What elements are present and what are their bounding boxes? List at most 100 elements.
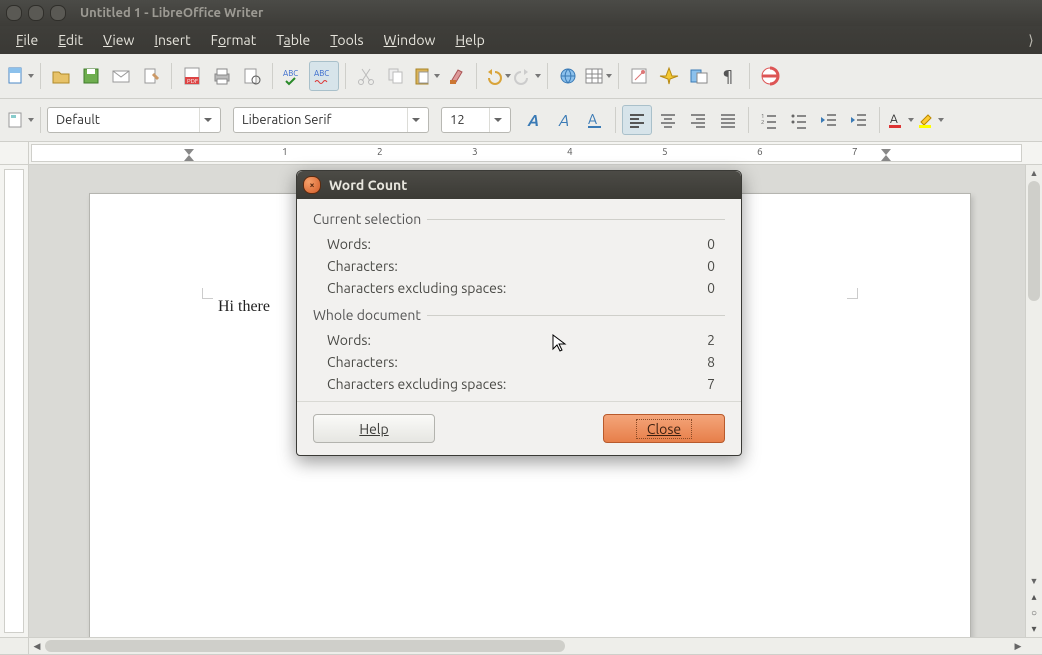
menu-table[interactable]: Table [266, 28, 320, 52]
selection-chars-ex-value: 0 [675, 280, 725, 296]
navigator-button[interactable] [655, 62, 683, 90]
svg-text:A: A [890, 113, 898, 126]
bullet-list-button[interactable] [785, 106, 813, 134]
hyperlink-button[interactable] [554, 62, 582, 90]
autospellcheck-button[interactable]: ABC [309, 61, 339, 91]
paragraph-style-combo[interactable]: Default [47, 107, 221, 133]
vertical-ruler[interactable] [0, 165, 29, 637]
menu-help[interactable]: Help [445, 28, 494, 52]
svg-text:¶: ¶ [723, 67, 733, 85]
menu-window[interactable]: Window [374, 28, 446, 52]
highlight-color-button[interactable] [916, 106, 944, 134]
scrollbar-thumb[interactable] [1028, 181, 1040, 301]
row-doc-chars-ex: Characters excluding spaces: 7 [313, 373, 725, 395]
redo-button[interactable] [513, 62, 541, 90]
menu-view[interactable]: View [93, 28, 144, 52]
format-paintbrush-button[interactable] [442, 62, 470, 90]
previous-page-button[interactable]: ▴ [1026, 589, 1042, 605]
font-name-value: Liberation Serif [242, 113, 331, 127]
underline-button[interactable]: A [581, 106, 609, 134]
dialog-titlebar[interactable]: × Word Count [297, 171, 741, 199]
menubar-overflow-icon[interactable]: ⟩ [1020, 32, 1042, 49]
row-doc-words: Words: 2 [313, 329, 725, 351]
font-size-value: 12 [450, 113, 465, 127]
copy-button[interactable] [382, 62, 410, 90]
window-title: Untitled 1 - LibreOffice Writer [80, 6, 263, 20]
bold-button[interactable]: A [521, 106, 549, 134]
decrease-indent-button[interactable] [815, 106, 843, 134]
dialog-help-button[interactable]: Help [313, 414, 435, 443]
print-button[interactable] [208, 62, 236, 90]
help-button[interactable] [756, 62, 784, 90]
doc-chars-ex-value: 7 [675, 376, 725, 392]
menu-edit[interactable]: Edit [48, 28, 93, 52]
horizontal-ruler[interactable]: 1 2 3 4 5 6 7 [31, 144, 1022, 162]
menu-file[interactable]: File [6, 28, 48, 52]
show-draw-functions-button[interactable] [625, 62, 653, 90]
document-text[interactable]: Hi there [218, 298, 270, 316]
horizontal-scrollbar[interactable]: ◀ ▶ [0, 637, 1042, 654]
undo-button[interactable] [483, 62, 511, 90]
dialog-title: Word Count [329, 177, 407, 193]
next-page-button[interactable]: ▾ [1026, 621, 1042, 637]
menu-tools[interactable]: Tools [320, 28, 373, 52]
menubar: File Edit View Insert Format Table Tools… [0, 26, 1042, 54]
new-document-button[interactable] [6, 62, 34, 90]
table-button[interactable] [584, 62, 612, 90]
increase-indent-button[interactable] [845, 106, 873, 134]
svg-text:2: 2 [761, 119, 764, 126]
row-selection-chars-ex: Characters excluding spaces: 0 [313, 277, 725, 299]
window-maximize-button[interactable] [50, 5, 66, 21]
print-preview-button[interactable] [238, 62, 266, 90]
svg-text:A: A [527, 112, 539, 130]
align-center-button[interactable] [654, 106, 682, 134]
window-minimize-button[interactable] [28, 5, 44, 21]
font-size-combo[interactable]: 12 [441, 107, 511, 133]
standard-toolbar: PDF ABC ABC [0, 54, 1042, 99]
gallery-button[interactable] [685, 62, 713, 90]
dialog-close-button[interactable]: Close [603, 414, 725, 443]
scroll-left-button[interactable]: ◀ [29, 641, 45, 652]
edit-file-button[interactable] [137, 62, 165, 90]
font-name-combo[interactable]: Liberation Serif [233, 107, 429, 133]
align-left-button[interactable] [622, 105, 652, 135]
navigation-button[interactable]: ○ [1026, 605, 1042, 621]
horizontal-ruler-area: 1 2 3 4 5 6 7 [0, 142, 1042, 165]
numbered-list-button[interactable]: 12 [755, 106, 783, 134]
align-right-button[interactable] [684, 106, 712, 134]
scroll-down-button[interactable]: ▼ [1026, 573, 1042, 589]
vertical-scrollbar[interactable]: ▲ ▼ ▴ ○ ▾ [1025, 165, 1042, 637]
svg-text:A: A [588, 111, 597, 127]
spellcheck-button[interactable]: ABC [279, 62, 307, 90]
dropdown-icon[interactable] [199, 108, 216, 132]
selection-chars-value: 0 [675, 258, 725, 274]
row-doc-chars: Characters: 8 [313, 351, 725, 373]
scroll-right-button[interactable]: ▶ [1010, 641, 1026, 652]
menu-insert[interactable]: Insert [144, 28, 200, 52]
styles-button[interactable] [6, 106, 34, 134]
section-whole-document: Whole document [313, 307, 725, 323]
paragraph-style-value: Default [56, 113, 100, 127]
open-button[interactable] [47, 62, 75, 90]
dialog-close-icon[interactable]: × [303, 176, 321, 194]
doc-chars-value: 8 [675, 354, 725, 370]
menu-format[interactable]: Format [201, 28, 267, 52]
font-color-button[interactable]: A [886, 106, 914, 134]
window-close-button[interactable] [6, 5, 22, 21]
align-justify-button[interactable] [714, 106, 742, 134]
scroll-up-button[interactable]: ▲ [1026, 165, 1042, 181]
export-pdf-button[interactable]: PDF [178, 62, 206, 90]
row-selection-words: Words: 0 [313, 233, 725, 255]
paste-button[interactable] [412, 62, 440, 90]
email-button[interactable] [107, 62, 135, 90]
hscrollbar-thumb[interactable] [45, 640, 565, 652]
nonprinting-chars-button[interactable]: ¶ [715, 62, 743, 90]
save-button[interactable] [77, 62, 105, 90]
italic-button[interactable]: A [551, 106, 579, 134]
dropdown-icon[interactable] [489, 108, 506, 132]
svg-text:ABC: ABC [314, 69, 329, 78]
svg-text:PDF: PDF [187, 78, 198, 85]
cut-button[interactable] [352, 62, 380, 90]
svg-text:A: A [558, 112, 569, 130]
dropdown-icon[interactable] [407, 108, 424, 132]
